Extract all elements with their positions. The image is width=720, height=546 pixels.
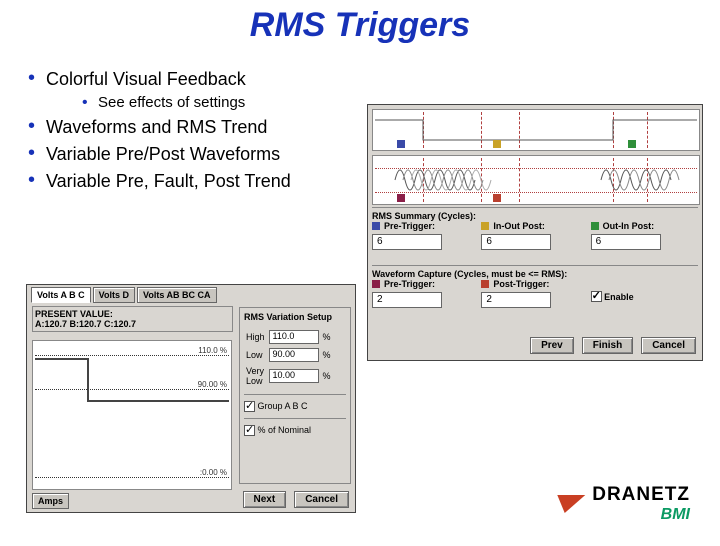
setup-box: RMS Variation Setup High 110.0 % Low 90.…	[239, 307, 351, 484]
input-high[interactable]: 110.0	[269, 330, 319, 344]
rms-step-line	[373, 110, 699, 150]
val-wave-pre[interactable]: 2	[372, 292, 442, 308]
bullet-1-text: Colorful Visual Feedback	[46, 69, 246, 89]
rms-summary-title: RMS Summary (Cycles):	[372, 207, 698, 221]
input-vlow[interactable]: 10.00	[269, 369, 319, 383]
cancel-button-left[interactable]: Cancel	[294, 491, 349, 508]
bullet-2-text: Waveforms and RMS Trend	[46, 117, 267, 137]
brand-name: DRANETZ	[592, 484, 690, 506]
val-pre-trigger[interactable]: 6	[372, 234, 442, 250]
present-values: A:120.7 B:120.7 C:120.7	[35, 319, 230, 329]
row-low-label: Low	[244, 346, 267, 364]
val-out-in-post[interactable]: 6	[591, 234, 661, 250]
val-wave-post[interactable]: 2	[481, 292, 551, 308]
setup-title: RMS Variation Setup	[244, 312, 346, 322]
waveform-chart	[372, 155, 700, 205]
nominal-checkbox[interactable]	[244, 425, 255, 436]
group-label: Group A B C	[258, 401, 308, 411]
threshold-chart: 110.0 % 90.00 % :0.00 %	[32, 340, 232, 490]
marker-inout	[493, 140, 501, 148]
lbl-in-out-post: In-Out Post:	[493, 221, 545, 231]
input-low[interactable]: 90.00	[269, 348, 319, 362]
threshold-step	[33, 341, 231, 489]
val-in-out-post[interactable]: 6	[481, 234, 551, 250]
enable-checkbox[interactable]	[591, 291, 602, 302]
brand-subname: BMI	[592, 506, 690, 524]
tab-volts-line[interactable]: Volts AB BC CA	[137, 287, 217, 303]
lbl-pre-trigger: Pre-Trigger:	[384, 221, 435, 231]
channel-tabs: Volts A B C Volts D Volts AB BC CA	[31, 287, 217, 303]
nominal-label: % of Nominal	[258, 425, 312, 435]
bullet-3-text: Variable Pre/Post Waveforms	[46, 144, 280, 164]
wave-capture-title: Waveform Capture (Cycles, must be <= RMS…	[372, 265, 698, 279]
marker-wave-post	[493, 194, 501, 202]
tab-volts-abc[interactable]: Volts A B C	[31, 287, 91, 303]
present-header: PRESENT VALUE:	[35, 309, 230, 319]
bolt-icon	[551, 495, 586, 513]
legend-square-wpre	[372, 280, 380, 288]
row-vlow-label-1: Very	[246, 366, 264, 376]
present-value-box: PRESENT VALUE: A:120.7 B:120.7 C:120.7	[32, 306, 233, 332]
lbl-enable: Enable	[604, 292, 634, 302]
tab-volts-d[interactable]: Volts D	[93, 287, 135, 303]
row-low-unit: %	[321, 346, 333, 364]
rms-summary-chart	[372, 109, 700, 151]
legend-square-inout	[481, 222, 489, 230]
tab-amps[interactable]: Amps	[32, 493, 69, 509]
marker-outin	[628, 140, 636, 148]
row-vlow-label-2: Low	[246, 376, 263, 386]
legend-square-outin	[591, 222, 599, 230]
bullet-4-text: Variable Pre, Fault, Post Trend	[46, 171, 291, 191]
marker-pre	[397, 140, 405, 148]
marker-wave-pre	[397, 194, 405, 202]
slide-title: RMS Triggers	[0, 6, 720, 45]
lbl-wave-post: Post-Trigger:	[493, 279, 549, 289]
row-high-unit: %	[321, 328, 333, 346]
cancel-button-right[interactable]: Cancel	[641, 337, 696, 354]
legend-square-pre	[372, 222, 380, 230]
group-checkbox[interactable]	[244, 401, 255, 412]
finish-button[interactable]: Finish	[582, 337, 633, 354]
bullet-1-sub-1-text: See effects of settings	[98, 94, 245, 111]
prev-button[interactable]: Prev	[530, 337, 574, 354]
rms-variation-panel: Volts A B C Volts D Volts AB BC CA PRESE…	[26, 284, 356, 513]
legend-square-wpost	[481, 280, 489, 288]
waveform-svg	[373, 156, 699, 204]
next-button[interactable]: Next	[243, 491, 287, 508]
row-vlow-unit: %	[321, 364, 333, 388]
brand-logo: DRANETZ BMI	[554, 484, 690, 524]
rms-capture-panel: RMS Summary (Cycles): Pre-Trigger: 6 In-…	[367, 104, 703, 361]
row-high-label: High	[244, 328, 267, 346]
lbl-out-in-post: Out-In Post:	[603, 221, 655, 231]
lbl-wave-pre: Pre-Trigger:	[384, 279, 435, 289]
